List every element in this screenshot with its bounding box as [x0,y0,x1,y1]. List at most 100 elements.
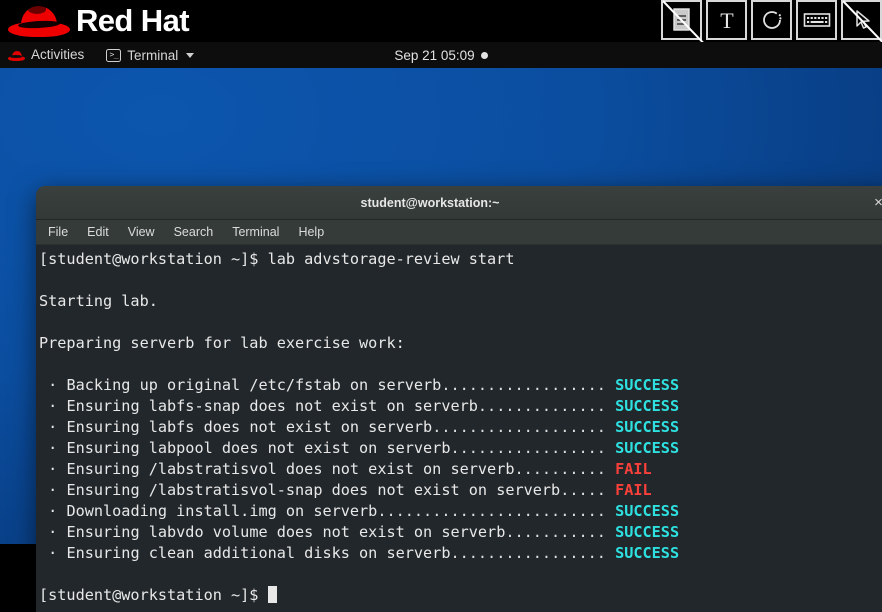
terminal-prompt-line: [student@workstation ~]$ [39,585,882,606]
task-spacer [606,460,615,478]
menu-view[interactable]: View [128,225,155,239]
notes-document-icon [672,8,690,31]
keyboard-icon [803,13,830,27]
shell-command: lab advstorage-review start [267,250,515,268]
svg-text:T: T [720,8,734,33]
gnome-top-panel: Activities >_ Terminal Sep 21 05:09 [0,42,882,68]
starting-lab-text: Starting lab. [39,292,158,310]
task-spacer [606,439,615,457]
refresh-circle-icon [762,11,781,29]
app-menu-label: Terminal [127,47,179,63]
menu-terminal[interactable]: Terminal [232,225,279,239]
red-hat-fedora-icon [8,50,25,61]
terminal-task-line: · Ensuring clean additional disks on ser… [39,543,882,564]
task-description: Ensuring labvdo volume does not exist on… [57,523,506,541]
shell-prompt: [student@workstation ~]$ [39,250,268,268]
terminal-task-line: · Backing up original /etc/fstab on serv… [39,375,882,396]
task-description: Ensuring /labstratisvol does not exist o… [57,460,515,478]
red-hat-fedora-logo-icon [8,2,70,40]
notification-dot-icon [480,51,488,59]
task-description: Ensuring /labstratisvol-snap does not ex… [57,481,561,499]
terminal-task-line: · Ensuring labvdo volume does not exist … [39,522,882,543]
activities-label: Activities [31,47,85,62]
task-description: Ensuring labfs does not exist on serverb [57,418,433,436]
task-status-badge: SUCCESS [615,523,680,541]
terminal-cursor [267,586,277,603]
terminal-output-area[interactable]: [student@workstation ~]$ lab advstorage-… [36,245,882,612]
task-dot-leader: ................. [450,544,606,562]
keyboard-icon-button[interactable] [796,0,837,40]
task-status-badge: SUCCESS [615,439,680,457]
task-dot-leader: .................. [441,376,606,394]
terminal-task-line: · Ensuring labpool does not exist on ser… [39,438,882,459]
task-bullet: · [39,460,58,478]
menu-edit[interactable]: Edit [87,225,109,239]
task-description: Ensuring labfs-snap does not exist on se… [57,397,478,415]
terminal-title: student@workstation:~ [360,195,500,210]
terminal-icon: >_ [106,48,122,62]
clock-text[interactable]: Sep 21 05:09 [394,48,474,63]
close-icon[interactable]: × [870,194,882,211]
refresh-circle-icon-button[interactable] [751,0,792,40]
red-hat-logo: Red Hat [8,0,190,42]
task-description: Downloading install.img on serverb [57,502,378,520]
chevron-down-icon [186,52,195,58]
menu-help[interactable]: Help [298,225,324,239]
text-tool-icon: T [720,8,734,33]
terminal-status-line: Starting lab. [39,291,882,312]
task-description: Ensuring clean additional disks on serve… [57,544,451,562]
terminal-task-line: · Ensuring /labstratisvol does not exist… [39,459,882,480]
shell-prompt: [student@workstation ~]$ [39,586,268,604]
brand-name: Red Hat [76,3,190,38]
task-spacer [606,481,615,499]
terminal-window: student@workstation:~ × File Edit View S… [36,186,882,612]
mouse-pointer-icon-button[interactable] [841,0,882,42]
task-dot-leader: ......................... [377,502,606,520]
task-bullet: · [39,544,58,562]
menu-file[interactable]: File [48,225,68,239]
task-status-badge: SUCCESS [615,376,680,394]
activities-button[interactable]: Activities [0,42,92,68]
task-status-badge: SUCCESS [615,544,680,562]
task-bullet: · [39,481,58,499]
task-status-badge: SUCCESS [615,502,680,520]
task-spacer [606,544,615,562]
task-bullet: · [39,502,58,520]
text-tool-icon-button[interactable]: T [706,0,747,40]
task-spacer [606,502,615,520]
task-bullet: · [39,418,58,436]
terminal-task-line: · Ensuring labfs does not exist on serve… [39,417,882,438]
mouse-pointer-icon [855,10,870,29]
task-description: Ensuring labpool does not exist on serve… [57,439,451,457]
red-hat-branding-bar: Red Hat T [0,0,882,42]
preparing-text: Preparing serverb for lab exercise work: [39,334,405,352]
task-spacer [606,418,615,436]
task-dot-leader: .............. [477,397,606,415]
task-dot-leader: ................. [450,439,606,457]
task-bullet: · [39,439,58,457]
terminal-menubar: File Edit View Search Terminal Help [36,220,882,245]
terminal-status-line: Preparing serverb for lab exercise work: [39,333,882,354]
desktop-background: student@workstation:~ × File Edit View S… [0,68,882,612]
task-spacer [606,523,615,541]
terminal-text: [student@workstation ~]$ lab advstorage-… [36,249,882,606]
terminal-titlebar[interactable]: student@workstation:~ × [36,186,882,220]
task-bullet: · [39,397,58,415]
menu-search[interactable]: Search [174,225,214,239]
terminal-task-line: · Ensuring labfs-snap does not exist on … [39,396,882,417]
task-status-badge: SUCCESS [615,418,680,436]
task-dot-leader: .......... [514,460,606,478]
task-bullet: · [39,523,58,541]
task-dot-leader: ................... [432,418,606,436]
terminal-command-line: [student@workstation ~]$ lab advstorage-… [39,249,882,270]
task-status-badge: SUCCESS [615,397,680,415]
notes-document-icon-button[interactable] [661,0,704,42]
terminal-task-line: · Downloading install.img on serverb....… [39,501,882,522]
app-menu-terminal[interactable]: >_ Terminal [106,42,195,68]
task-description: Backing up original /etc/fstab on server… [57,376,442,394]
task-status-badge: FAIL [615,460,652,478]
